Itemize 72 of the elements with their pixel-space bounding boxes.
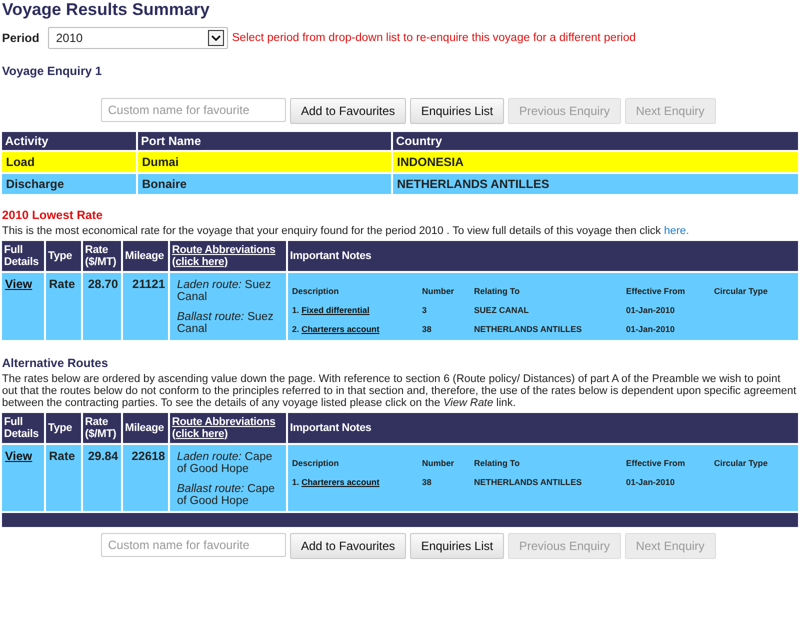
table-cell: 38 xyxy=(422,324,432,334)
description-text: This is the most economical rate for the voyage that your enquiry found for the period 2010 . To view full details of this voyage then click here. xyxy=(2,225,690,237)
description-text: The rates below are ordered by ascending value down the page. With reference to section 6 (Route policy/ Distances) of part A of the Preamble we wish to point out that the routes below do not conform to the principles referred to in that section and, therefore, the use of the rates below is dependent upon specific agreement between the contracting parties. To see the details of any voyage listed please click on the View Rate link. xyxy=(2,373,798,409)
table-cell: 01-Jan-2010 xyxy=(626,305,675,315)
column-header: Country xyxy=(393,132,798,150)
notes-column-header: Effective From xyxy=(626,458,686,468)
column-header: Type xyxy=(48,422,72,434)
section-heading: 2010 Lowest Rate xyxy=(1,208,104,222)
table-cell: 01-Jan-2010 xyxy=(626,477,675,487)
table-cell: 21121 xyxy=(132,277,165,291)
table-cell: Rate xyxy=(49,449,76,463)
table-cell: 3 xyxy=(422,305,427,315)
notes-column-header: Description xyxy=(292,286,339,296)
table-cell: 28.70 xyxy=(88,277,118,291)
period-hint: Select period from drop-down list to re-enquire this voyage for a different period xyxy=(232,32,636,44)
notes-column-header: Description xyxy=(292,458,339,468)
notes-column-header: Number xyxy=(422,458,454,468)
column-header: Rate ($/MT) xyxy=(85,244,116,268)
route-text: Laden route: Suez Canal xyxy=(177,279,272,303)
column-header: Rate ($/MT) xyxy=(85,416,116,440)
table-cell: SUEZ CANAL xyxy=(474,305,529,315)
table-cell: 22618 xyxy=(132,449,165,463)
toolbar-button[interactable]: Add to Favourites xyxy=(290,98,406,124)
table-cell: 01-Jan-2010 xyxy=(626,324,675,334)
note-index: 1. xyxy=(292,477,300,487)
favourite-name-field[interactable]: Custom name for favourite xyxy=(101,98,286,122)
route-text: Ballast route: Suez Canal xyxy=(177,311,275,335)
table-cell: INDONESIA xyxy=(393,152,798,172)
table-cell: 38 xyxy=(422,477,432,487)
notes-column-header: Circular Type xyxy=(714,286,768,296)
column-header: Type xyxy=(48,250,72,262)
column-header: Mileage xyxy=(125,422,164,434)
favourite-name-field[interactable]: Custom name for favourite xyxy=(101,533,286,557)
table-cell: Bonaire xyxy=(138,174,391,194)
here-link[interactable]: here. xyxy=(664,225,690,237)
notes-column-header: Relating To xyxy=(474,458,520,468)
notes-column-header: Relating To xyxy=(474,286,520,296)
table-cell: Dumai xyxy=(138,152,391,172)
table-cell: Rate xyxy=(49,277,76,291)
notes-column-header: Effective From xyxy=(626,286,686,296)
section-heading: Alternative Routes xyxy=(1,356,110,370)
notes-column-header: Circular Type xyxy=(714,458,768,468)
section-heading: Voyage Enquiry 1 xyxy=(1,64,103,78)
route-text: Laden route: Cape of Good Hope xyxy=(177,451,274,475)
toolbar-button[interactable]: Enquiries List xyxy=(410,98,504,124)
table-cell: Load xyxy=(2,152,136,172)
page-title: Voyage Results Summary xyxy=(1,0,211,20)
note-link[interactable]: Charterers account xyxy=(301,324,380,334)
table-cell: NETHERLANDS ANTILLES xyxy=(474,324,582,334)
notes-column-header: Number xyxy=(422,286,454,296)
route-text: Ballast route: Cape of Good Hope xyxy=(177,483,276,507)
column-header: Full Details xyxy=(4,416,39,440)
view-link[interactable]: View xyxy=(5,449,32,463)
column-header: Important Notes xyxy=(290,422,372,434)
table-cell: 29.84 xyxy=(88,449,118,463)
note-link[interactable]: Charterers account xyxy=(301,477,380,487)
table-cell: Discharge xyxy=(2,174,136,194)
note-index: 1. xyxy=(292,305,300,315)
table-cell: NETHERLANDS ANTILLES xyxy=(393,174,798,194)
column-header: Full Details xyxy=(4,244,39,268)
column-header: Mileage xyxy=(125,250,164,262)
toolbar-button[interactable]: Enquiries List xyxy=(410,533,504,559)
toolbar-button[interactable]: Add to Favourites xyxy=(290,533,406,559)
column-header: Important Notes xyxy=(290,250,372,262)
note-index: 2. xyxy=(292,324,300,334)
note-link[interactable]: Fixed differential xyxy=(301,305,370,315)
column-header: Port Name xyxy=(138,132,391,150)
column-header: Activity xyxy=(2,132,136,150)
view-link[interactable]: View xyxy=(5,277,32,291)
period-label: Period xyxy=(1,31,40,45)
period-dropdown[interactable]: 2010 xyxy=(48,27,228,49)
table-cell: NETHERLANDS ANTILLES xyxy=(474,477,582,487)
